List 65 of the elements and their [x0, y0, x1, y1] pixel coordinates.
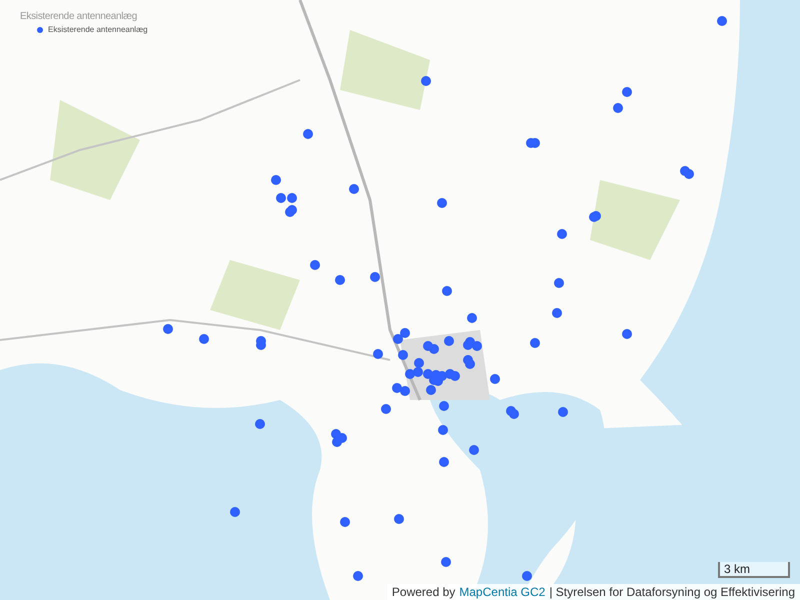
- map-marker[interactable]: [490, 374, 500, 384]
- map-marker[interactable]: [554, 278, 564, 288]
- map-marker[interactable]: [413, 367, 423, 377]
- map-marker[interactable]: [255, 419, 265, 429]
- map-marker[interactable]: [335, 275, 345, 285]
- map-marker[interactable]: [469, 445, 479, 455]
- map-marker[interactable]: [394, 514, 404, 524]
- map-marker[interactable]: [256, 340, 266, 350]
- map-marker[interactable]: [717, 16, 727, 26]
- map-marker[interactable]: [230, 507, 240, 517]
- map-marker[interactable]: [426, 385, 436, 395]
- map-marker[interactable]: [392, 383, 402, 393]
- map-marker[interactable]: [393, 334, 403, 344]
- map-marker[interactable]: [414, 358, 424, 368]
- map-marker[interactable]: [400, 386, 410, 396]
- map-marker[interactable]: [340, 517, 350, 527]
- map-marker[interactable]: [276, 193, 286, 203]
- map-marker[interactable]: [622, 329, 632, 339]
- map-marker[interactable]: [552, 308, 562, 318]
- map-marker[interactable]: [421, 76, 431, 86]
- map-marker[interactable]: [589, 212, 599, 222]
- map-marker[interactable]: [530, 338, 540, 348]
- map-marker[interactable]: [303, 129, 313, 139]
- map-marker[interactable]: [622, 87, 632, 97]
- map-marker[interactable]: [509, 409, 519, 419]
- map-marker[interactable]: [429, 344, 439, 354]
- map-marker[interactable]: [613, 103, 623, 113]
- map-marker[interactable]: [439, 457, 449, 467]
- map-marker[interactable]: [530, 138, 540, 148]
- map-marker[interactable]: [163, 324, 173, 334]
- map-marker[interactable]: [450, 371, 460, 381]
- map-marker[interactable]: [349, 184, 359, 194]
- map-marker[interactable]: [465, 359, 475, 369]
- map-marker[interactable]: [444, 336, 454, 346]
- map-marker[interactable]: [310, 260, 320, 270]
- scale-bar: 3 km: [718, 562, 790, 578]
- map-marker[interactable]: [438, 425, 448, 435]
- map-marker[interactable]: [370, 272, 380, 282]
- map-marker[interactable]: [684, 169, 694, 179]
- map-marker[interactable]: [332, 437, 342, 447]
- map-marker[interactable]: [463, 340, 473, 350]
- map-marker[interactable]: [287, 205, 297, 215]
- map-marker[interactable]: [199, 334, 209, 344]
- legend-label: Eksisterende antenneanlæg: [48, 25, 148, 34]
- map-marker[interactable]: [287, 193, 297, 203]
- map-marker[interactable]: [373, 349, 383, 359]
- map-marker[interactable]: [381, 404, 391, 414]
- map-marker[interactable]: [441, 557, 451, 567]
- attribution-text: Powered by: [392, 585, 456, 599]
- map-marker[interactable]: [522, 571, 532, 581]
- map-marker[interactable]: [557, 229, 567, 239]
- map-marker[interactable]: [353, 571, 363, 581]
- map-marker[interactable]: [472, 341, 482, 351]
- map-marker[interactable]: [439, 401, 449, 411]
- map-marker[interactable]: [400, 328, 410, 338]
- legend-title: Eksisterende antenneanlæg: [20, 11, 138, 22]
- attribution-link[interactable]: MapCentia GC2: [459, 585, 546, 599]
- map-marker[interactable]: [558, 407, 568, 417]
- map-marker[interactable]: [271, 175, 281, 185]
- attribution-text: | Styrelsen for Dataforsyning og Effektivisering: [549, 585, 795, 599]
- map-marker[interactable]: [442, 286, 452, 296]
- map-marker[interactable]: [467, 313, 477, 323]
- map-marker[interactable]: [398, 350, 408, 360]
- map-marker[interactable]: [437, 198, 447, 208]
- map-marker[interactable]: [405, 369, 415, 379]
